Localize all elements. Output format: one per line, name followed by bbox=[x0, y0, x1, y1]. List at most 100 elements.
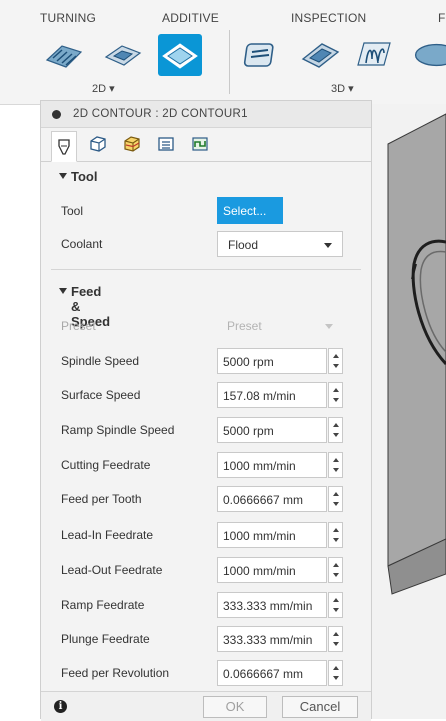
preset-label: Preset bbox=[61, 319, 96, 333]
pocket-3d-button[interactable] bbox=[298, 34, 342, 76]
ramp-spindle-speed-value: 5000 rpm bbox=[223, 424, 274, 438]
feed-per-tooth-input[interactable]: 0.0666667 mm bbox=[217, 486, 327, 512]
lead-out-feedrate-value: 1000 mm/min bbox=[223, 564, 296, 578]
cancel-button[interactable]: Cancel bbox=[282, 696, 358, 718]
lead-out-feedrate-stepper[interactable] bbox=[328, 557, 343, 583]
heights-icon bbox=[124, 136, 140, 152]
group-3d-label: 3D bbox=[331, 83, 346, 95]
part-model bbox=[372, 104, 446, 719]
spindle-speed-label: Spindle Speed bbox=[61, 354, 140, 368]
info-icon[interactable]: i bbox=[54, 700, 67, 713]
adaptive-icon bbox=[243, 43, 274, 67]
lead-in-feedrate-input[interactable]: 1000 mm/min bbox=[217, 522, 327, 548]
ribbon-divider bbox=[229, 30, 230, 94]
collapse-triangle-icon bbox=[59, 173, 67, 179]
adaptive-clearing-button[interactable] bbox=[240, 34, 284, 76]
feed-per-revolution-label: Feed per Revolution bbox=[61, 666, 170, 680]
ok-button[interactable]: OK bbox=[203, 696, 267, 718]
tab-additive[interactable]: ADDITIVE bbox=[162, 11, 219, 25]
feed-per-revolution-input[interactable]: 0.0666667 mm bbox=[217, 660, 327, 686]
surface-speed-label: Surface Speed bbox=[61, 388, 141, 402]
spindle-speed-input[interactable]: 5000 rpm bbox=[217, 348, 327, 374]
section-tool-title: Tool bbox=[71, 169, 98, 184]
tab-passes[interactable] bbox=[153, 131, 179, 157]
group-2d-label: 2D bbox=[92, 83, 107, 95]
contour-icon bbox=[162, 43, 198, 69]
model-viewport[interactable] bbox=[372, 104, 446, 719]
dialog-title: 2D CONTOUR : 2D CONTOUR1 bbox=[73, 108, 248, 120]
scallop-icon bbox=[414, 43, 446, 67]
tab-heights[interactable] bbox=[119, 131, 145, 157]
dialog-header[interactable]: 2D CONTOUR : 2D CONTOUR1 bbox=[41, 101, 371, 128]
tool-label: Tool bbox=[61, 204, 84, 218]
lead-out-feedrate-label: Lead-Out Feedrate bbox=[61, 563, 163, 577]
collapse-dot-icon[interactable] bbox=[52, 110, 61, 119]
pocket-tool-button[interactable] bbox=[42, 34, 86, 76]
tab-inspection[interactable]: INSPECTION bbox=[291, 11, 366, 25]
face-icon bbox=[104, 45, 142, 66]
spindle-speed-stepper[interactable] bbox=[328, 348, 343, 374]
tab-turning[interactable]: TURNING bbox=[40, 11, 96, 25]
chevron-down-icon: ▾ bbox=[348, 83, 354, 95]
lead-in-feedrate-stepper[interactable] bbox=[328, 522, 343, 548]
chevron-down-icon bbox=[325, 324, 333, 329]
dialog-tabs bbox=[41, 127, 371, 162]
scallop-3d-button[interactable] bbox=[408, 34, 446, 76]
tab-truncated[interactable]: F bbox=[438, 11, 446, 25]
pocket-3d-icon bbox=[301, 43, 340, 68]
select-tool-button[interactable]: Select... bbox=[217, 197, 283, 224]
section-divider bbox=[51, 269, 361, 270]
surface-speed-input[interactable]: 157.08 m/min bbox=[217, 382, 327, 408]
group-3d-dropdown[interactable]: 3D ▾ bbox=[331, 82, 354, 95]
preset-select: Preset bbox=[217, 315, 343, 337]
tool-bit-icon bbox=[58, 138, 70, 155]
ramp-feedrate-stepper[interactable] bbox=[328, 592, 343, 618]
feed-per-tooth-stepper[interactable] bbox=[328, 486, 343, 512]
surface-speed-value: 157.08 m/min bbox=[223, 389, 296, 403]
preset-value: Preset bbox=[227, 319, 262, 333]
ramp-spindle-speed-input[interactable]: 5000 rpm bbox=[217, 417, 327, 443]
pocket-icon bbox=[45, 45, 83, 68]
lead-out-feedrate-input[interactable]: 1000 mm/min bbox=[217, 557, 327, 583]
lead-in-feedrate-label: Lead-In Feedrate bbox=[61, 528, 154, 542]
contour-dialog: 2D CONTOUR : 2D CONTOUR1 Tool Tool Selec… bbox=[40, 100, 372, 721]
lead-in-feedrate-value: 1000 mm/min bbox=[223, 529, 296, 543]
feed-per-tooth-label: Feed per Tooth bbox=[61, 492, 142, 506]
feed-per-revolution-value: 0.0666667 mm bbox=[223, 667, 304, 681]
cutting-feedrate-stepper[interactable] bbox=[328, 452, 343, 478]
coolant-select[interactable]: Flood bbox=[217, 231, 343, 257]
geometry-cube-icon bbox=[90, 136, 106, 152]
ramp-feedrate-input[interactable]: 333.333 mm/min bbox=[217, 592, 327, 618]
cutting-feedrate-input[interactable]: 1000 mm/min bbox=[217, 452, 327, 478]
face-tool-button[interactable] bbox=[101, 34, 145, 76]
passes-icon bbox=[158, 137, 174, 151]
feed-per-revolution-stepper[interactable] bbox=[328, 660, 343, 686]
cutting-feedrate-value: 1000 mm/min bbox=[223, 459, 296, 473]
collapse-triangle-icon bbox=[59, 288, 67, 294]
plunge-feedrate-label: Plunge Feedrate bbox=[61, 632, 150, 646]
chevron-down-icon: ▾ bbox=[109, 83, 115, 95]
parallel-icon bbox=[357, 42, 391, 66]
linking-icon bbox=[192, 137, 208, 151]
chevron-down-icon bbox=[324, 243, 332, 248]
parallel-3d-button[interactable] bbox=[352, 34, 396, 76]
plunge-feedrate-stepper[interactable] bbox=[328, 626, 343, 652]
tab-linking[interactable] bbox=[187, 131, 213, 157]
ramp-spindle-speed-label: Ramp Spindle Speed bbox=[61, 423, 175, 437]
surface-speed-stepper[interactable] bbox=[328, 382, 343, 408]
plunge-feedrate-input[interactable]: 333.333 mm/min bbox=[217, 626, 327, 652]
coolant-value: Flood bbox=[228, 238, 259, 252]
select-tool-label: Select... bbox=[223, 204, 267, 218]
ramp-feedrate-label: Ramp Feedrate bbox=[61, 598, 145, 612]
dialog-footer: i OK Cancel bbox=[41, 691, 371, 721]
feed-per-tooth-value: 0.0666667 mm bbox=[223, 493, 304, 507]
ramp-spindle-speed-stepper[interactable] bbox=[328, 417, 343, 443]
ramp-feedrate-value: 333.333 mm/min bbox=[223, 599, 313, 613]
coolant-label: Coolant bbox=[61, 237, 103, 251]
tab-geometry[interactable] bbox=[85, 131, 111, 157]
group-2d-dropdown[interactable]: 2D ▾ bbox=[92, 82, 115, 95]
spindle-speed-value: 5000 rpm bbox=[223, 355, 274, 369]
tab-tool[interactable] bbox=[51, 131, 77, 162]
contour-2d-button[interactable] bbox=[158, 34, 202, 76]
toolbar-ribbon: TURNING ADDITIVE INSPECTION F 2D ▾ 3D ▾ bbox=[0, 0, 446, 105]
